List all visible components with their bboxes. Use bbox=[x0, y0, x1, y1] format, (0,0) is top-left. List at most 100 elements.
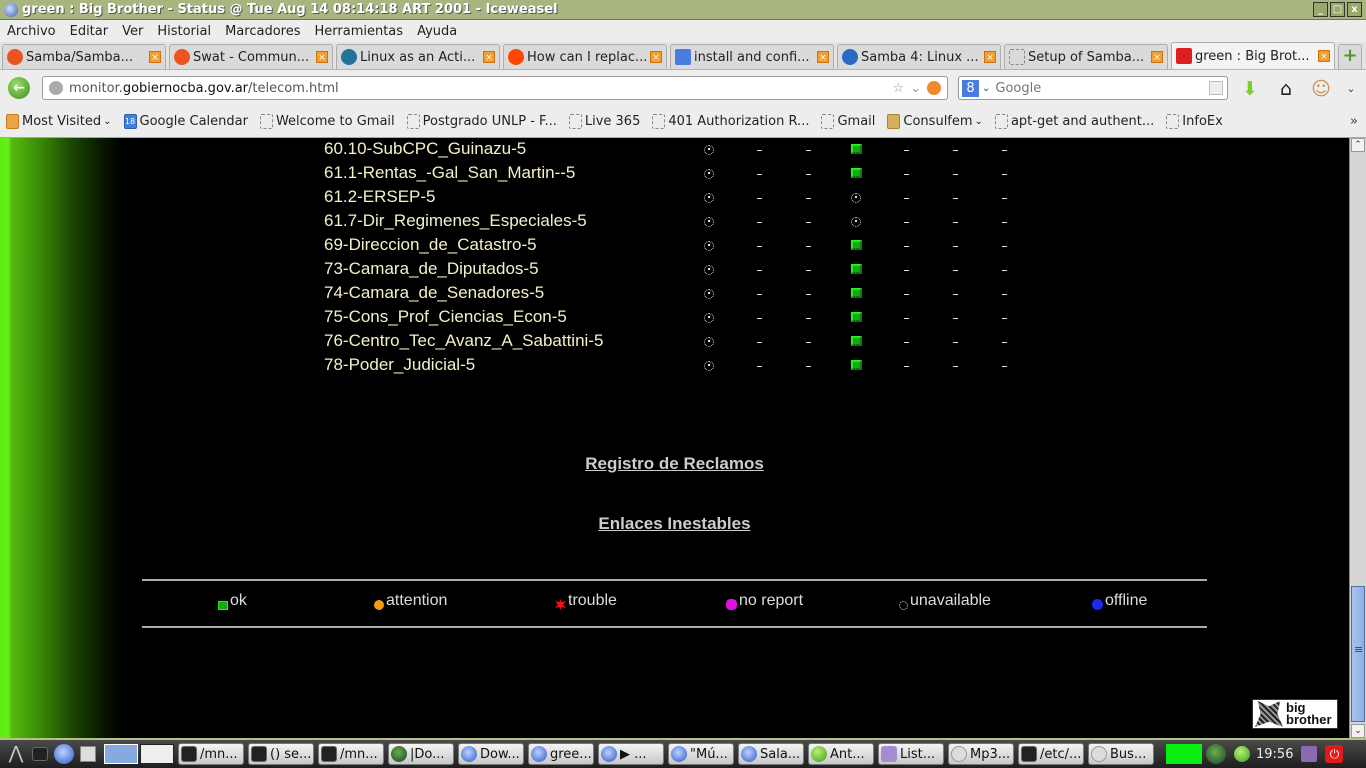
status-unavailable-icon[interactable] bbox=[702, 287, 716, 301]
search-bar[interactable]: 8 ⌄ bbox=[958, 76, 1228, 100]
menu-herramientas[interactable]: Herramientas bbox=[315, 24, 404, 39]
bookmark-item[interactable]: Welcome to Gmail bbox=[259, 114, 395, 129]
status-ok-icon[interactable] bbox=[849, 311, 863, 325]
menu-ayuda[interactable]: Ayuda bbox=[417, 24, 457, 39]
scroll-down-button[interactable]: ⌄ bbox=[1351, 724, 1365, 738]
close-window-button[interactable]: x bbox=[1347, 2, 1362, 17]
status-unavailable-icon[interactable] bbox=[702, 215, 716, 229]
bookmark-item[interactable]: apt-get and authent... bbox=[994, 114, 1154, 129]
browser-tab[interactable]: Setup of Samba... × bbox=[1004, 44, 1168, 69]
status-unavailable-icon[interactable] bbox=[702, 311, 716, 325]
bookmarks-overflow-chevron-icon[interactable]: » bbox=[1350, 114, 1358, 129]
browser-tab[interactable]: How can I replac... × bbox=[503, 44, 667, 69]
bookmark-item[interactable]: InfoEx bbox=[1166, 114, 1223, 129]
scroll-up-button[interactable]: ⌃ bbox=[1351, 138, 1365, 152]
minimize-button[interactable]: _ bbox=[1313, 2, 1328, 17]
menu-editar[interactable]: Editar bbox=[70, 24, 109, 39]
taskbar-window-button[interactable]: gree... bbox=[528, 743, 594, 765]
bookmark-item[interactable]: Most Visited ⌄ bbox=[6, 114, 112, 129]
greasemonkey-icon[interactable]: ☺ bbox=[1310, 78, 1332, 100]
tab-close-icon[interactable]: × bbox=[984, 51, 996, 63]
taskbar-window-button[interactable]: |Do... bbox=[388, 743, 454, 765]
bookmark-item[interactable]: 401 Authorization R... bbox=[652, 114, 809, 129]
url-bar[interactable]: monitor. gobiernocba.gov.ar/telecom.html … bbox=[42, 76, 948, 100]
bookmark-item[interactable]: Postgrado UNLP - F... bbox=[406, 114, 557, 129]
status-ok-icon[interactable] bbox=[849, 167, 863, 181]
tab-close-icon[interactable]: × bbox=[483, 51, 495, 63]
enlaces-inestables-link[interactable]: Enlaces Inestables bbox=[598, 514, 750, 533]
menu-historial[interactable]: Historial bbox=[157, 24, 211, 39]
status-unavailable-icon[interactable] bbox=[702, 359, 716, 373]
taskbar-window-button[interactable]: "Mú... bbox=[668, 743, 734, 765]
tab-close-icon[interactable]: × bbox=[1318, 50, 1330, 62]
vertical-scrollbar[interactable]: ⌃ ⌄ bbox=[1349, 138, 1366, 738]
tab-close-icon[interactable]: × bbox=[650, 51, 662, 63]
menu-marcadores[interactable]: Marcadores bbox=[225, 24, 300, 39]
bookmark-item[interactable]: Live 365 bbox=[568, 114, 640, 129]
taskbar-window-button[interactable]: Mp3... bbox=[948, 743, 1014, 765]
menu-ver[interactable]: Ver bbox=[122, 24, 143, 39]
taskbar-window-button[interactable]: Dow... bbox=[458, 743, 524, 765]
addon-shield-icon[interactable] bbox=[927, 81, 941, 95]
status-unavailable-icon[interactable] bbox=[702, 335, 716, 349]
status-unavailable-icon[interactable] bbox=[849, 215, 863, 229]
browser-tab[interactable]: Samba 4: Linux ... × bbox=[837, 44, 1001, 69]
bookmark-item[interactable]: Gmail bbox=[821, 114, 875, 129]
network-globe-icon[interactable] bbox=[1206, 744, 1226, 764]
bookmark-item[interactable]: Consulfem ⌄ bbox=[887, 114, 983, 129]
notification-icon[interactable] bbox=[1234, 746, 1250, 762]
clock[interactable]: 19:56 bbox=[1256, 747, 1293, 762]
browser-tab[interactable]: install and confi... × bbox=[670, 44, 834, 69]
home-icon[interactable]: ⌂ bbox=[1275, 78, 1297, 100]
bookmark-star-icon[interactable]: ☆ bbox=[892, 81, 904, 96]
taskbar-window-button[interactable]: Sala... bbox=[738, 743, 804, 765]
browser-tab[interactable]: Swat - Commun... × bbox=[169, 44, 333, 69]
back-button[interactable]: ← bbox=[8, 77, 30, 99]
tab-close-icon[interactable]: × bbox=[149, 51, 161, 63]
taskbar-window-button[interactable]: /mn... bbox=[318, 743, 384, 765]
status-unavailable-icon[interactable] bbox=[702, 239, 716, 253]
taskbar-window-button[interactable]: /mn... bbox=[178, 743, 244, 765]
status-ok-icon[interactable] bbox=[849, 335, 863, 349]
menu-archivo[interactable]: Archivo bbox=[7, 24, 56, 39]
url-history-dropdown-icon[interactable]: ⌄ bbox=[910, 81, 921, 96]
registro-de-reclamos-link[interactable]: Registro de Reclamos bbox=[585, 454, 764, 473]
status-ok-icon[interactable] bbox=[849, 263, 863, 277]
terminal-launcher-icon[interactable] bbox=[32, 747, 48, 761]
lxde-menu-icon[interactable]: ⋀ bbox=[6, 744, 26, 764]
power-icon[interactable]: ⏻ bbox=[1325, 745, 1344, 763]
download-arrow-icon[interactable]: ⬇ bbox=[1239, 78, 1261, 100]
scrollbar-thumb[interactable] bbox=[1351, 586, 1365, 722]
browser-tab[interactable]: green : Big Brot... × bbox=[1171, 42, 1335, 69]
maximize-button[interactable]: □ bbox=[1330, 2, 1345, 17]
taskbar-window-button[interactable]: Ant... bbox=[808, 743, 874, 765]
status-ok-icon[interactable] bbox=[849, 287, 863, 301]
browser-tab[interactable]: Linux as an Acti... × bbox=[336, 44, 500, 69]
status-ok-icon[interactable] bbox=[849, 143, 863, 157]
taskbar-window-button[interactable]: ▶ ... bbox=[598, 743, 664, 765]
browser-tab[interactable]: Samba/Samba... × bbox=[2, 44, 166, 69]
bookmark-item[interactable]: 18 Google Calendar bbox=[123, 114, 248, 129]
toolbar-dropdown-icon[interactable]: ⌄ bbox=[1340, 78, 1362, 100]
google-engine-icon[interactable]: 8 bbox=[962, 79, 979, 97]
browser-launcher-icon[interactable] bbox=[54, 744, 74, 764]
tab-close-icon[interactable]: × bbox=[316, 51, 328, 63]
taskbar-window-button[interactable]: /etc/... bbox=[1018, 743, 1084, 765]
workspace-2[interactable] bbox=[140, 744, 174, 764]
status-unavailable-icon[interactable] bbox=[849, 191, 863, 205]
status-ok-icon[interactable] bbox=[849, 359, 863, 373]
new-tab-button[interactable]: + bbox=[1338, 44, 1362, 69]
taskbar-window-button[interactable]: () se... bbox=[248, 743, 314, 765]
show-desktop-icon[interactable] bbox=[80, 746, 96, 762]
tab-close-icon[interactable]: × bbox=[1151, 51, 1163, 63]
workspace-1[interactable] bbox=[104, 744, 138, 764]
taskbar-window-button[interactable]: List... bbox=[878, 743, 944, 765]
site-identity-icon[interactable] bbox=[49, 81, 63, 95]
taskbar-window-button[interactable]: Bus... bbox=[1088, 743, 1154, 765]
status-unavailable-icon[interactable] bbox=[702, 143, 716, 157]
status-unavailable-icon[interactable] bbox=[702, 167, 716, 181]
search-go-icon[interactable] bbox=[1209, 81, 1223, 95]
big-brother-logo[interactable]: big brother bbox=[1252, 699, 1338, 729]
status-ok-icon[interactable] bbox=[849, 239, 863, 253]
status-unavailable-icon[interactable] bbox=[702, 191, 716, 205]
